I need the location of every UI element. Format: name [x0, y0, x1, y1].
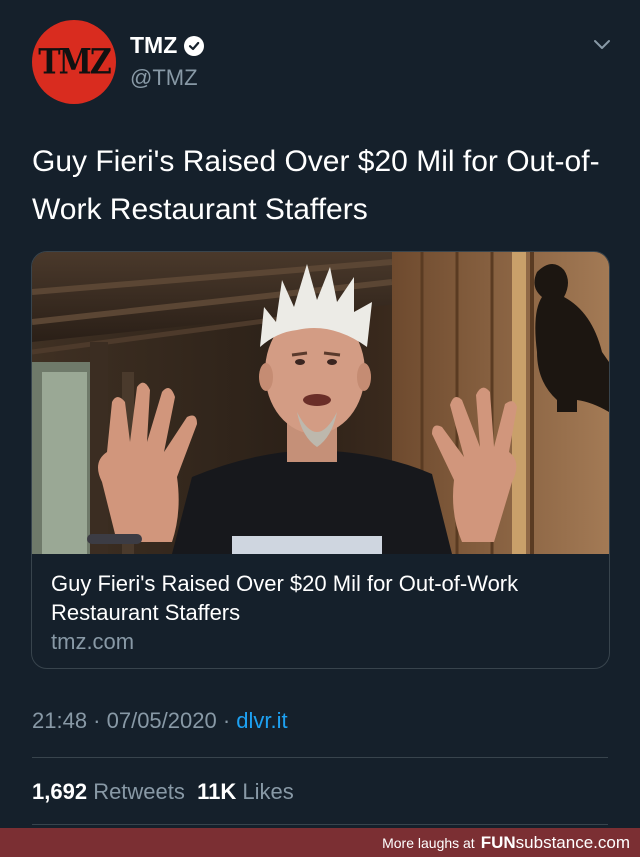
card-thumbnail-image	[32, 252, 609, 554]
tweet-text: Guy Fieri's Raised Over $20 Mil for Out-…	[32, 145, 600, 226]
likes-stat[interactable]: 11K Likes	[197, 779, 294, 804]
user-handle[interactable]: @TMZ	[130, 65, 198, 91]
footer-brand-rest: substance.com	[515, 832, 630, 852]
divider	[32, 824, 608, 825]
card-title: Guy Fieri's Raised Over $20 Mil for Out-…	[51, 571, 519, 625]
retweets-label: Retweets	[93, 779, 185, 804]
engagement-stats: 1,692 Retweets 11K Likes	[32, 779, 294, 805]
name-row: TMZ	[130, 32, 205, 59]
tweet-header: TMZ TMZ @TMZ	[0, 0, 640, 120]
timestamp: 21:48 · 07/05/2020 ·	[32, 708, 237, 733]
divider	[32, 757, 608, 758]
watermark-footer: More laughs at FUNsubstance.com	[0, 828, 640, 857]
footer-prefix: More laughs at	[382, 834, 475, 851]
verified-badge-icon	[184, 35, 205, 56]
retweets-count: 1,692	[32, 779, 88, 804]
retweets-stat[interactable]: 1,692 Retweets	[32, 779, 185, 804]
avatar[interactable]: TMZ	[32, 20, 116, 104]
source-link[interactable]: dlvr.it	[236, 708, 287, 733]
avatar-logo-text: TMZ	[38, 41, 111, 83]
likes-count: 11K	[197, 779, 237, 804]
tweet-meta: 21:48 · 07/05/2020 · dlvr.it	[32, 708, 288, 734]
footer-brand-bold: FUN	[480, 832, 516, 852]
footer-brand: FUNsubstance.com	[481, 833, 630, 853]
chevron-down-icon[interactable]	[592, 38, 612, 52]
display-name[interactable]: TMZ	[130, 32, 177, 59]
card-domain: tmz.com	[51, 629, 135, 654]
link-card[interactable]: Guy Fieri's Raised Over $20 Mil for Out-…	[31, 251, 610, 669]
likes-label: Likes	[242, 779, 294, 804]
